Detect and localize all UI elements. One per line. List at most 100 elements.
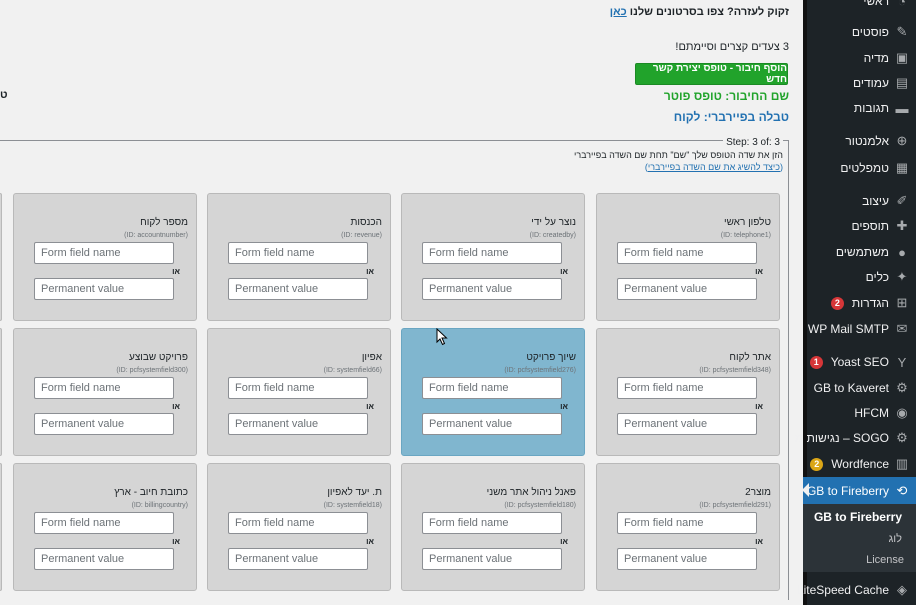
sidebar-item-label: הגדרות <box>851 296 889 310</box>
sidebar-item[interactable]: ▦ טמפלטים <box>803 155 916 181</box>
sidebar-item-dashboard[interactable]: ◔ ראשי <box>803 0 916 14</box>
help-link[interactable]: כאן <box>610 6 627 18</box>
brush-icon: ✐ <box>896 193 908 208</box>
notification-badge: 2 <box>830 296 844 310</box>
or-label: או <box>755 267 763 276</box>
yoast-icon: Y <box>897 354 907 370</box>
or-label: או <box>172 537 180 546</box>
form-field-name-input[interactable]: Form field name <box>617 242 757 264</box>
kaveret-icon: ⚙ <box>896 380 908 395</box>
submenu-item-log[interactable]: לוג <box>803 530 916 548</box>
submenu-item-fireberry[interactable]: GB to Fireberry <box>803 504 916 530</box>
permanent-value-input[interactable]: Permanent value <box>617 413 757 435</box>
sidebar-item[interactable]: ⚙ GB to Kaveret <box>803 375 916 401</box>
main-content: זקוק לעזרה? צפו בסרטונים שלנו כאן 3 צעדי… <box>0 0 803 605</box>
form-field-name-input[interactable]: Form field name <box>617 512 757 534</box>
field-id-label: (ID: accountnumber) <box>124 232 188 239</box>
form-field-name-input[interactable]: Form field name <box>34 377 174 399</box>
permanent-value-input[interactable]: Permanent value <box>422 278 562 300</box>
sidebar-item[interactable]: ● משתמשים <box>803 239 916 265</box>
form-field-name-input[interactable]: Form field name <box>228 512 368 534</box>
permanent-value-input[interactable]: Permanent value <box>34 548 174 570</box>
sidebar-item-label: טמפלטים <box>840 161 889 175</box>
field-id-label: (ID: pcfsystemfield300) <box>116 367 188 374</box>
field-name-label: שיוך פרויקט <box>526 352 576 363</box>
or-label: או <box>560 537 568 546</box>
form-field-name-input[interactable]: Form field name <box>34 512 174 534</box>
sidebar-item[interactable]: ✉ WP Mail SMTP <box>803 316 916 342</box>
sidebar-item[interactable]: ✚ תוספים <box>803 213 916 239</box>
sidebar-item[interactable]: ✎ פוסטים <box>803 19 916 45</box>
sidebar-item-label: Wordfence <box>831 457 889 471</box>
field-name-label: פרויקט שבוצע <box>129 352 188 363</box>
form-field-name-input[interactable]: Form field name <box>228 242 368 264</box>
sidebar-item[interactable]: ▬ תגובות <box>803 95 916 121</box>
sidebar-item[interactable]: ⊕ אלמנטור <box>803 128 916 154</box>
field-name-label: ת. יעד לאפיון <box>327 487 382 498</box>
sidebar-item[interactable]: ◈ LiteSpeed Cache <box>797 577 916 603</box>
sidebar-item[interactable]: ⚙ SOGO – נגישות מ <box>795 425 916 451</box>
dashboard-icon: ◔ <box>898 0 906 9</box>
field-card: כתובת חיוב - ארץ (ID: billingcountry) Form… <box>13 463 197 591</box>
instruction-link[interactable]: כיצד להשיג את שם השדה בפיירברי <box>648 162 780 172</box>
permanent-value-input[interactable]: Permanent value <box>228 278 368 300</box>
sidebar-item-label: WP Mail SMTP <box>807 322 889 336</box>
field-name-label: הכנסות <box>350 217 382 228</box>
field-id-label: (ID: pcfsystemfield276) <box>504 367 576 374</box>
field-id-label: (ID: systemfield18) <box>323 502 382 509</box>
sidebar-item-label: GB to Fireberry <box>806 483 889 498</box>
field-id-label: (ID: createdby) <box>529 232 576 239</box>
sidebar-item[interactable]: ✐ עיצוב <box>803 188 916 214</box>
field-card: אתר לקוח (ID: pcfsystemfield348) Form fiel… <box>596 328 780 456</box>
connection-name: שם החיבור: טופס פוטר <box>663 89 789 103</box>
permanent-value-input[interactable]: Permanent value <box>228 548 368 570</box>
sidebar-item-label: LiteSpeed Cache <box>796 583 889 597</box>
sidebar-item-label: HFCM <box>854 406 889 420</box>
permanent-value-input[interactable]: Permanent value <box>617 278 757 300</box>
sidebar-item[interactable]: ⊞ הגדרות 2 <box>803 290 916 316</box>
add-connection-button[interactable]: הוסף חיבור - טופס יצירת קשר חדש <box>635 63 788 85</box>
permanent-value-input[interactable]: Permanent value <box>422 548 562 570</box>
sidebar-item-label: תגובות <box>853 101 889 115</box>
sidebar-item[interactable]: ▣ מדיה <box>803 45 916 71</box>
form-field-name-input[interactable]: Form field name <box>34 242 174 264</box>
form-field-name-input[interactable]: Form field name <box>422 512 562 534</box>
sidebar-item-label: עמודים <box>852 76 889 90</box>
submenu-item-license[interactable]: License <box>803 548 916 572</box>
elementor-icon: ⊕ <box>896 133 908 148</box>
field-id-label: (ID: telephone1) <box>720 232 771 239</box>
form-field-name-input[interactable]: Form field name <box>422 377 562 399</box>
form-field-name-input[interactable]: Form field name <box>617 377 757 399</box>
hfcm-icon: ◉ <box>896 405 908 420</box>
sidebar-item[interactable]: ▥ Wordfence 2 <box>803 451 916 477</box>
sidebar-item-label: פוסטים <box>851 25 889 39</box>
instruction-link-wrap: (כיצד להשיג את שם השדה בפיירברי) <box>645 162 783 172</box>
permanent-value-input[interactable]: Permanent value <box>34 278 174 300</box>
pin-icon: ✎ <box>896 24 908 39</box>
field-name-label: מספר לקוח <box>140 217 188 228</box>
help-line: זקוק לעזרה? צפו בסרטונים שלנו כאן <box>610 6 789 18</box>
or-label: או <box>560 267 568 276</box>
field-id-label: (ID: pcfsystemfield180) <box>504 502 576 509</box>
permanent-value-input[interactable]: Permanent value <box>228 413 368 435</box>
form-field-name-input[interactable]: Form field name <box>422 242 562 264</box>
sidebar-item[interactable]: ◉ HFCM <box>803 400 916 426</box>
field-name-label: נוצר על ידי <box>531 217 576 228</box>
form-field-name-input[interactable]: Form field name <box>228 377 368 399</box>
templates-icon: ▦ <box>895 160 909 175</box>
permanent-value-input[interactable]: Permanent value <box>422 413 562 435</box>
permanent-value-input[interactable]: Permanent value <box>34 413 174 435</box>
field-id-label: (ID: pcfsystemfield348) <box>699 367 771 374</box>
sidebar-item[interactable]: ▤ עמודים <box>803 70 916 96</box>
sidebar-item-label: עיצוב <box>862 194 889 208</box>
steps-text: 3 צעדים קצרים וסיימתם! <box>675 41 789 53</box>
instruction-text: הזן את שדה הטופס שלך "שם" תחת שם השדה בפ… <box>573 150 783 160</box>
sidebar-item[interactable]: Y Yoast SEO 1 <box>803 349 916 375</box>
sidebar-item[interactable]: ✦ כלים <box>803 264 916 290</box>
sidebar-item[interactable]: ⟲ GB to Fireberry <box>802 477 916 504</box>
or-label: או <box>366 267 374 276</box>
settings-icon: ⊞ <box>896 295 908 310</box>
permanent-value-input[interactable]: Permanent value <box>617 548 757 570</box>
field-name-label: כתובת חיוב - ארץ <box>114 487 188 498</box>
or-label: או <box>172 402 180 411</box>
